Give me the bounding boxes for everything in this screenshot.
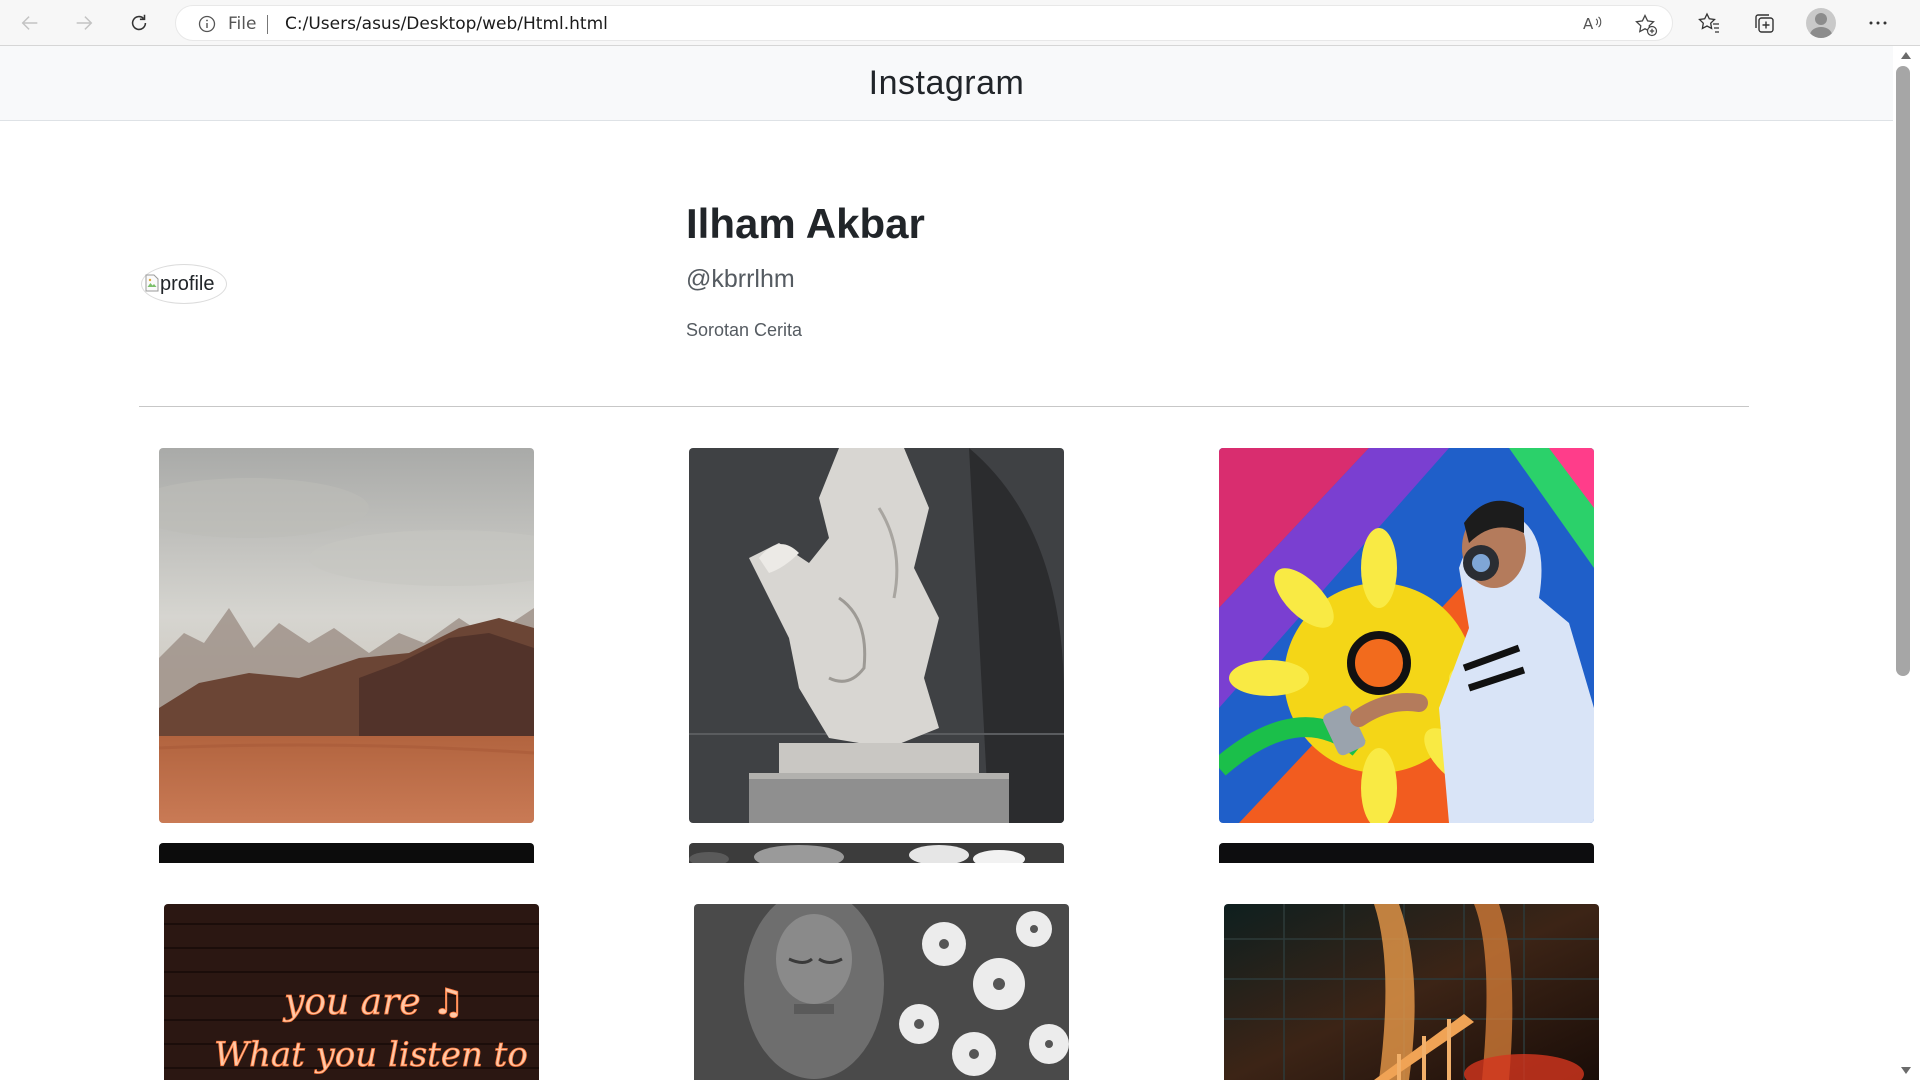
- back-button[interactable]: [12, 5, 48, 41]
- refresh-icon: [131, 14, 147, 31]
- url-text[interactable]: C:/Users/asus/Desktop/web/Html.html: [285, 14, 608, 34]
- post-photo-buddha[interactable]: [694, 904, 1069, 1080]
- favorites-icon: [1698, 12, 1719, 33]
- back-icon: [21, 16, 38, 30]
- refresh-button[interactable]: [121, 5, 157, 41]
- scheme-label: File: [228, 14, 257, 34]
- scroll-down-arrow-icon[interactable]: [1901, 1067, 1911, 1074]
- profile-avatar[interactable]: [1806, 8, 1836, 38]
- profile-bio: Sorotan Cerita: [686, 320, 803, 340]
- broken-image-icon: [145, 274, 159, 292]
- address-bar[interactable]: File C:/Users/asus/Desktop/web/Html.html…: [175, 5, 1673, 41]
- omnibox-separator: [267, 15, 268, 34]
- scroll-thumb[interactable]: [1896, 66, 1910, 676]
- navbar-brand[interactable]: Instagram: [869, 64, 1025, 103]
- post-photo-graffiti[interactable]: [1219, 448, 1594, 823]
- favorites-button[interactable]: [1694, 8, 1724, 38]
- forward-button[interactable]: [66, 5, 102, 41]
- page-scrollbar[interactable]: [1893, 46, 1920, 1080]
- browser-toolbar: File C:/Users/asus/Desktop/web/Html.html…: [0, 0, 1920, 46]
- more-button[interactable]: [1863, 8, 1893, 38]
- profile-image: profile: [141, 264, 227, 304]
- add-favorite-icon[interactable]: [1634, 13, 1658, 37]
- profile-image-alt-text: profile: [160, 272, 215, 295]
- post-photo-desert[interactable]: [159, 448, 534, 823]
- post-photo-strip-2[interactable]: [689, 843, 1064, 863]
- site-navbar: Instagram: [0, 46, 1893, 121]
- info-icon[interactable]: [198, 15, 216, 33]
- neon-line-2: What you listen to: [214, 1035, 528, 1075]
- forward-icon: [76, 16, 93, 30]
- post-photo-neon[interactable]: you are ♫ What you listen to: [164, 904, 539, 1080]
- more-icon: [1869, 21, 1887, 25]
- scroll-up-arrow-icon[interactable]: [1901, 52, 1911, 59]
- collections-icon: [1755, 14, 1774, 33]
- profile-handle: @kbrrlhm: [686, 265, 795, 293]
- collections-button[interactable]: [1749, 8, 1779, 38]
- post-photo-statue[interactable]: [689, 448, 1064, 823]
- post-photo-strip-3[interactable]: [1219, 843, 1594, 863]
- profile-divider: [139, 406, 1749, 407]
- profile-name: Ilham Akbar: [686, 200, 925, 247]
- post-photo-strip-1[interactable]: [159, 843, 534, 863]
- post-photo-fire-stairs[interactable]: [1224, 904, 1599, 1080]
- read-aloud-icon[interactable]: A: [1582, 13, 1604, 35]
- neon-line-1: you are ♫: [282, 982, 464, 1023]
- svg-text:A: A: [1583, 15, 1594, 33]
